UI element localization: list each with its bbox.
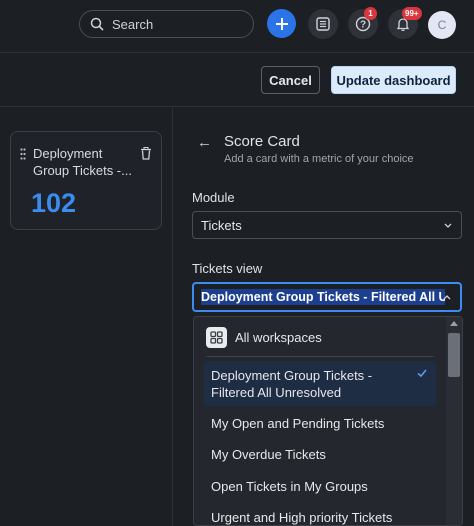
catalog-button[interactable]	[308, 9, 338, 39]
trash-icon[interactable]	[140, 147, 152, 160]
option-my-overdue[interactable]: My Overdue Tickets	[211, 446, 436, 463]
plus-icon	[275, 17, 288, 30]
scrollbar-thumb[interactable]	[448, 333, 460, 377]
module-value: Tickets	[201, 217, 242, 233]
catalog-icon	[316, 17, 330, 31]
tickets-view-dropdown[interactable]: All workspaces Deployment Group Tickets …	[193, 316, 463, 526]
scroll-up-arrow-icon[interactable]	[450, 321, 458, 326]
drag-handle-icon[interactable]	[20, 148, 26, 160]
panel-subtitle: Add a card with a metric of your choice	[224, 153, 414, 165]
workspace-group-label: All workspaces	[235, 330, 322, 345]
update-dashboard-button[interactable]: Update dashboard	[331, 66, 456, 94]
cancel-button[interactable]: Cancel	[261, 66, 320, 94]
search-icon	[90, 17, 104, 31]
option-deployment-group[interactable]: Deployment Group Tickets - Filtered All …	[211, 367, 416, 401]
chevron-down-icon	[444, 223, 452, 228]
panel-title: Score Card	[224, 133, 300, 150]
tickets-view-value[interactable]: Deployment Group Tickets - Filtered All …	[201, 289, 445, 305]
score-card-preview[interactable]: Deployment Group Tickets -... 102	[10, 131, 162, 230]
option-urgent-high[interactable]: Urgent and High priority Tickets	[211, 509, 436, 525]
svg-text:?: ?	[360, 20, 366, 31]
chevron-up-icon	[443, 295, 451, 300]
card-title: Deployment Group Tickets -...	[33, 146, 132, 178]
workspace-group-header: All workspaces	[206, 327, 322, 348]
tickets-view-label: Tickets view	[192, 261, 263, 276]
option-my-open-pending[interactable]: My Open and Pending Tickets	[211, 415, 436, 432]
back-arrow-icon[interactable]: ←	[197, 134, 212, 151]
card-metric-value: 102	[31, 188, 77, 218]
check-icon	[417, 369, 427, 378]
module-label: Module	[192, 190, 235, 205]
help-badge: 1	[364, 7, 377, 20]
search-box[interactable]: Search	[79, 10, 254, 38]
add-button[interactable]	[267, 9, 296, 38]
tickets-view-select[interactable]: Deployment Group Tickets - Filtered All …	[192, 282, 462, 312]
workspaces-icon	[206, 327, 227, 348]
search-placeholder: Search	[112, 16, 154, 32]
notifications-badge: 99+	[402, 7, 422, 20]
divider	[206, 356, 434, 357]
option-open-in-my-groups[interactable]: Open Tickets in My Groups	[211, 478, 436, 495]
module-select[interactable]: Tickets	[192, 211, 462, 239]
avatar[interactable]: C	[428, 11, 456, 39]
